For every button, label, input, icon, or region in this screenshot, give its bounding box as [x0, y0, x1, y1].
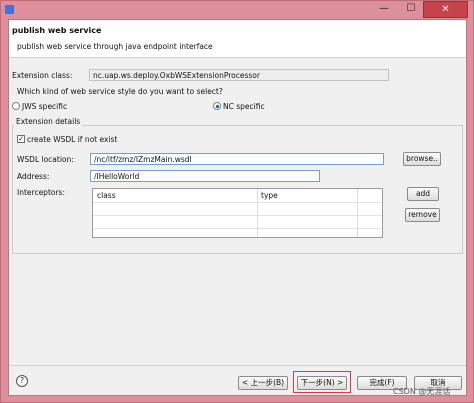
interceptors-table[interactable]: class type	[92, 188, 383, 238]
dialog-client-area: publish web service publish web service …	[8, 19, 467, 396]
create-wsdl-label[interactable]: create WSDL if not exist	[27, 135, 117, 144]
extension-class-field: nc.uap.ws.deploy.OxbWSExtensionProcessor	[89, 69, 389, 81]
extension-class-label: Extension class:	[12, 71, 73, 80]
table-header-type[interactable]: type	[258, 190, 383, 202]
maximize-button[interactable]: ☐	[398, 1, 424, 18]
checkmark-icon: ✓	[18, 135, 24, 143]
eclipse-app-icon	[5, 5, 14, 14]
jws-specific-label[interactable]: JWS specific	[22, 102, 67, 111]
interceptors-label: Interceptors:	[17, 188, 65, 197]
title-bar: — ☐ ✕	[1, 1, 474, 19]
column-divider	[357, 189, 358, 237]
add-interceptor-button[interactable]: add	[407, 187, 439, 201]
wizard-title: publish web service	[12, 26, 102, 35]
back-button[interactable]: < 上一步(B)	[238, 376, 288, 390]
dialog-window: — ☐ ✕ publish web service publish web se…	[0, 0, 474, 403]
row-divider	[93, 228, 382, 229]
address-input[interactable]: /IHelloWorld	[90, 170, 320, 182]
create-wsdl-checkbox[interactable]: ✓	[17, 135, 25, 143]
next-button[interactable]: 下一步(N) >	[297, 376, 347, 390]
row-divider	[93, 202, 382, 203]
style-question-label: Which kind of web service style do you w…	[17, 87, 223, 96]
wizard-description: publish web service through java endpoin…	[17, 42, 213, 51]
minimize-button[interactable]: —	[371, 1, 397, 18]
csdn-watermark: CSDN @无涯话	[393, 387, 451, 396]
wizard-banner: publish web service publish web service …	[9, 20, 466, 58]
table-header-class[interactable]: class	[94, 190, 257, 202]
jws-specific-radio[interactable]	[12, 102, 20, 110]
address-label: Address:	[17, 172, 50, 181]
browse-button[interactable]: browse..	[403, 152, 441, 166]
nc-specific-radio[interactable]	[213, 102, 221, 110]
wsdl-location-label: WSDL location:	[17, 155, 74, 164]
wsdl-location-input[interactable]: /nc/itf/zmz/IZmzMain.wsdl	[90, 153, 384, 165]
nc-specific-label[interactable]: NC specific	[223, 102, 265, 111]
column-divider	[257, 189, 258, 237]
row-divider	[93, 215, 382, 216]
extension-details-title: Extension details	[14, 117, 83, 126]
footer-separator	[9, 365, 466, 366]
remove-interceptor-button[interactable]: remove	[405, 208, 440, 222]
close-button[interactable]: ✕	[423, 1, 468, 18]
help-icon[interactable]: ?	[16, 375, 28, 387]
